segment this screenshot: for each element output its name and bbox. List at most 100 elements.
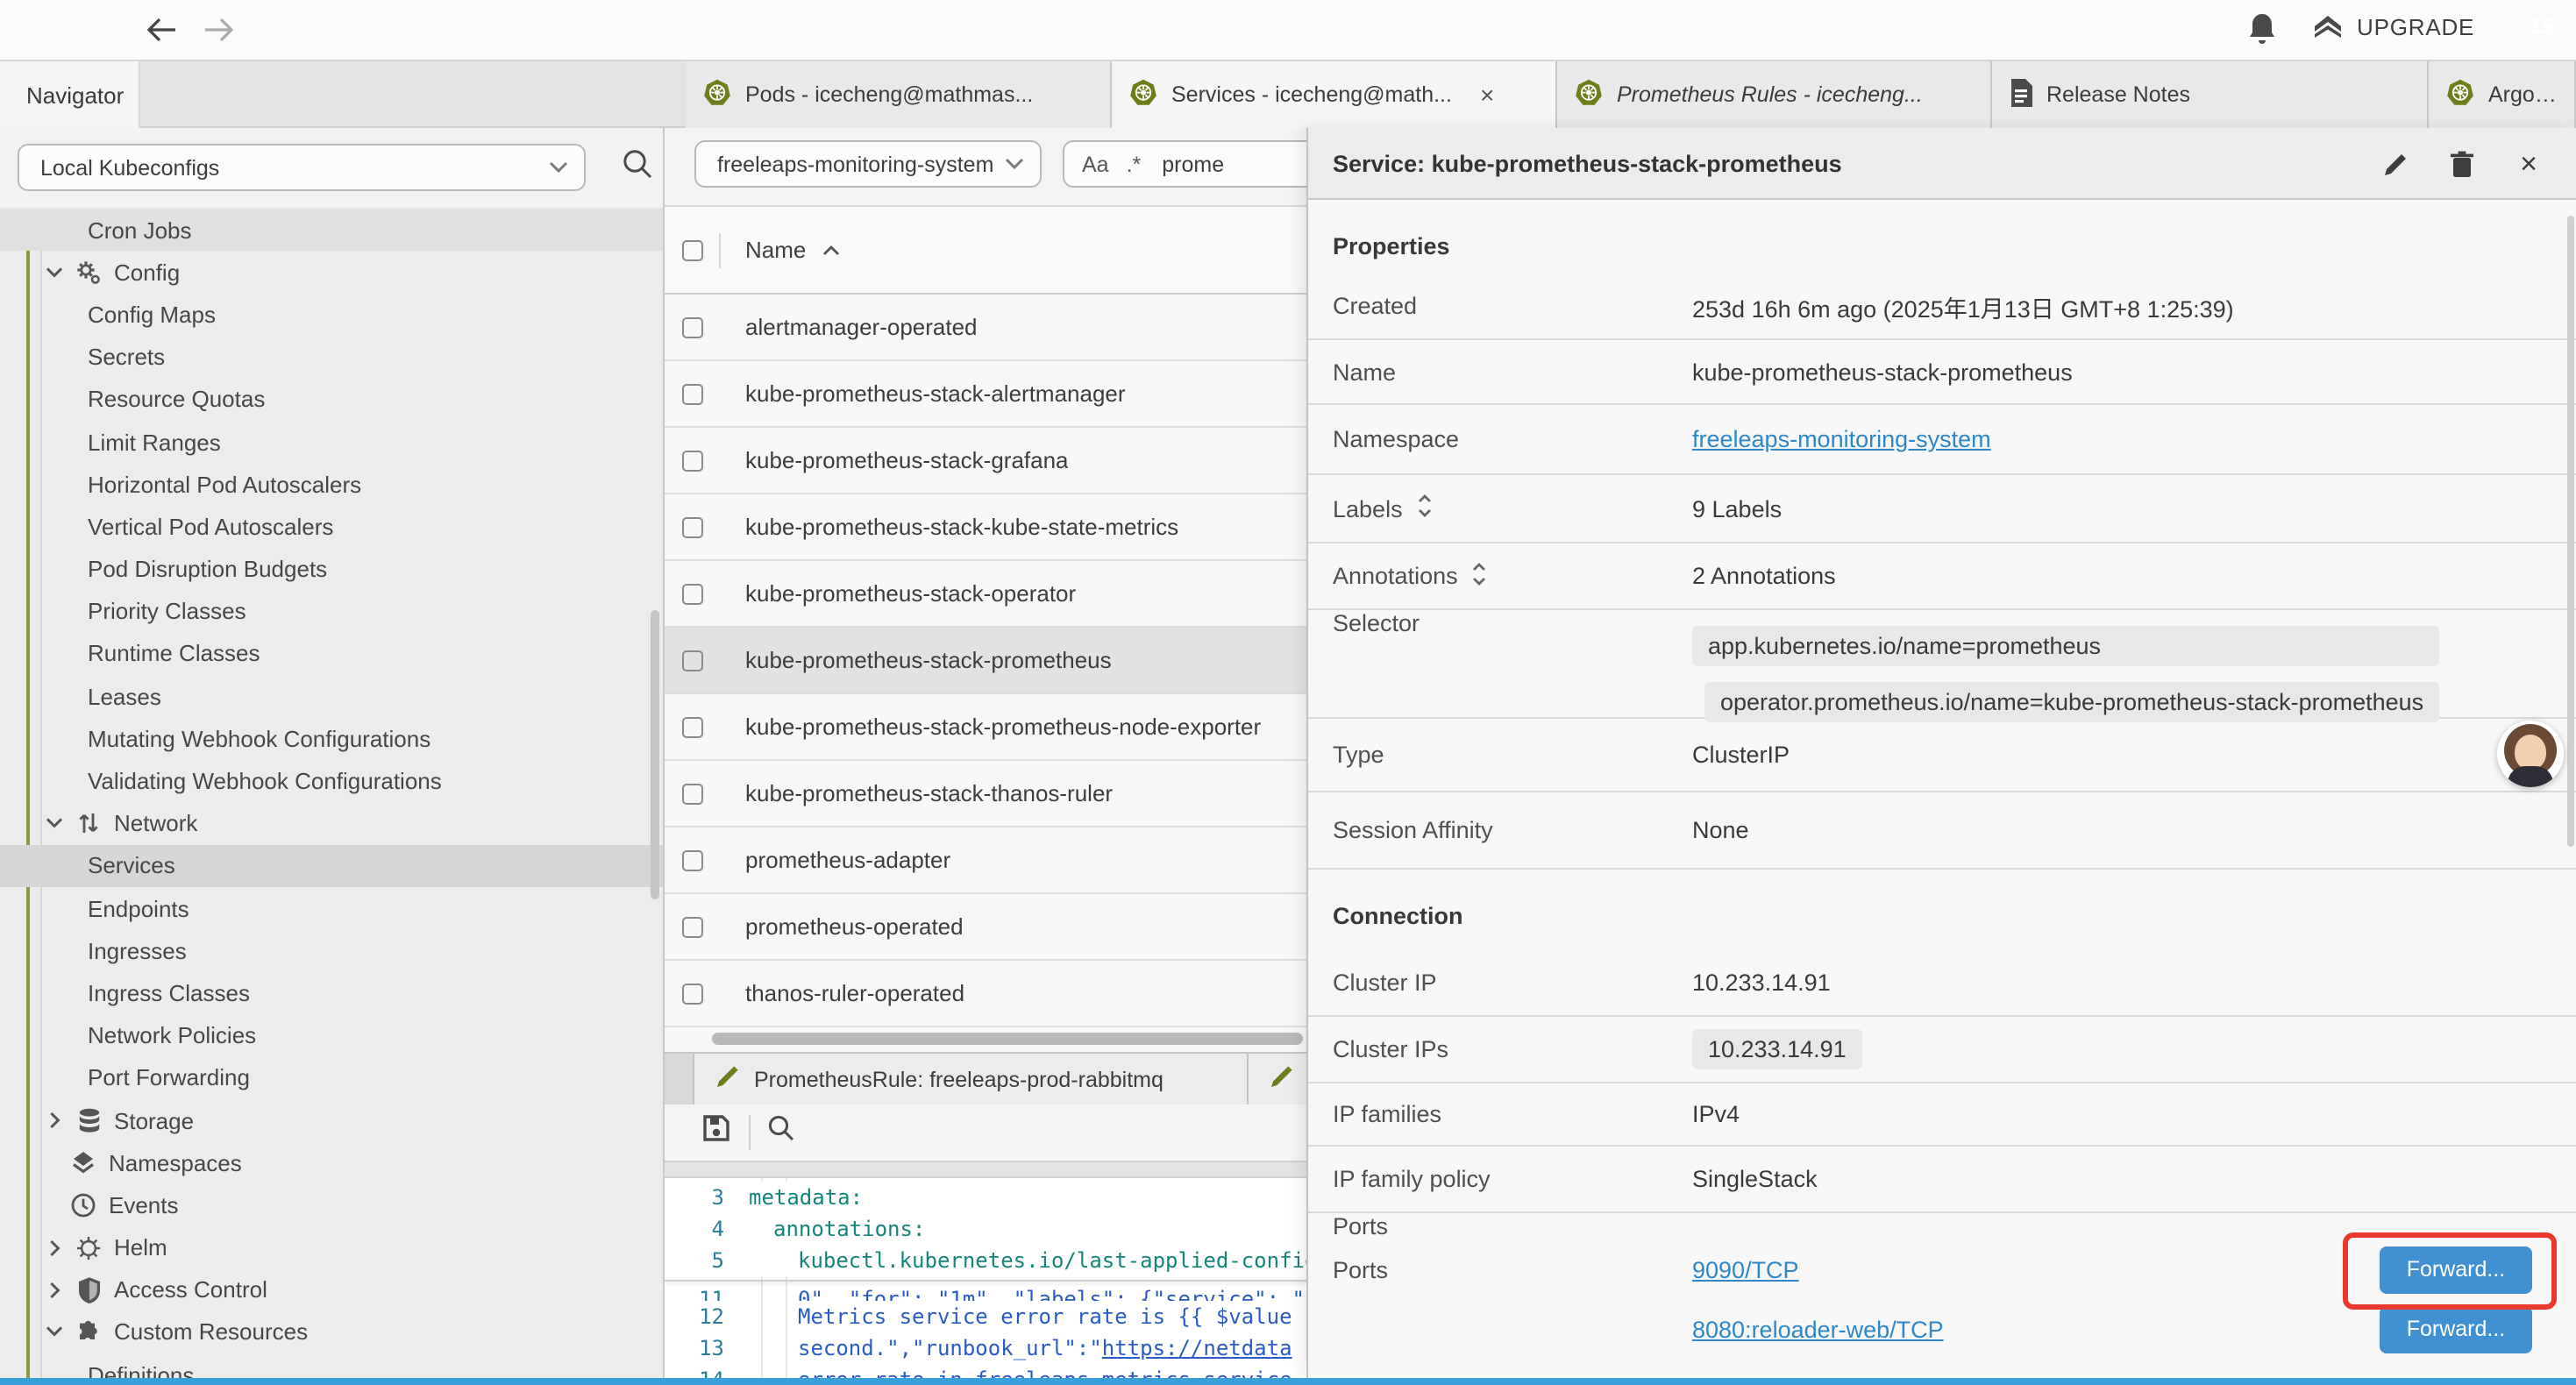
sidebar-item-helm[interactable]: Helm [0, 1226, 663, 1268]
sidebar-item-validating-webhook-configurations[interactable]: Validating Webhook Configurations [0, 760, 663, 802]
sidebar-scrollbar[interactable] [651, 610, 659, 899]
sidebar-item-network[interactable]: Network [0, 802, 663, 844]
table-row[interactable]: thanos-ruler-operated [665, 961, 1308, 1027]
cluster-tab-2[interactable]: Services - icecheng@math...× [1112, 61, 1557, 128]
table-row[interactable]: kube-prometheus-stack-kube-state-metrics [665, 494, 1308, 561]
notification-count-badge[interactable]: 15 [2522, 6, 2562, 46]
sidebar-item-runtime-classes[interactable]: Runtime Classes [0, 633, 663, 675]
namespace-select[interactable]: freeleaps-monitoring-system [694, 140, 1042, 188]
minimize-window-button[interactable] [61, 16, 82, 37]
sidebar-item-vertical-pod-autoscalers[interactable]: Vertical Pod Autoscalers [0, 506, 663, 548]
sidebar-item-priority-classes[interactable]: Priority Classes [0, 590, 663, 632]
assistant-avatar[interactable] [2497, 721, 2564, 787]
search-input[interactable]: Aa .* prome [1063, 140, 1326, 188]
close-window-button[interactable] [28, 16, 49, 37]
sidebar-item-pod-disruption-budgets[interactable]: Pod Disruption Budgets [0, 548, 663, 590]
namespace-link[interactable]: freeleaps-monitoring-system [1692, 426, 1991, 452]
sidebar-item-port-forwarding[interactable]: Port Forwarding [0, 1057, 663, 1099]
table-row[interactable]: kube-prometheus-stack-grafana [665, 428, 1308, 494]
sidebar-item-namespaces[interactable]: Namespaces [0, 1141, 663, 1183]
table-row[interactable]: kube-prometheus-stack-operator [665, 561, 1308, 628]
line-text: Metrics service error rate is {{ $value … [749, 1301, 1308, 1332]
editor-search-icon[interactable] [766, 1113, 796, 1152]
notifications-bell-icon[interactable] [2245, 11, 2280, 49]
name-column-header[interactable]: Name [745, 237, 839, 263]
sidebar-item-endpoints[interactable]: Endpoints [0, 887, 663, 929]
forward-button[interactable]: Forward... [2380, 1305, 2532, 1353]
kubernetes-icon [2446, 78, 2474, 111]
sidebar-item-secrets[interactable]: Secrets [0, 336, 663, 378]
sidebar-item-resource-quotas[interactable]: Resource Quotas [0, 379, 663, 421]
sidebar-item-mutating-webhook-configurations[interactable]: Mutating Webhook Configurations [0, 718, 663, 760]
sort-updown-icon[interactable] [1417, 494, 1433, 522]
sidebar-item-events[interactable]: Events [0, 1184, 663, 1226]
port-link[interactable]: 8080:reloader-web/TCP [1692, 1316, 1944, 1342]
editor-tab-2[interactable] [1249, 1054, 1308, 1104]
sidebar-item-config[interactable]: Config [0, 251, 663, 293]
row-checkbox[interactable] [682, 650, 703, 671]
upgrade-button[interactable]: UPGRADE [2311, 12, 2474, 40]
sidebar-item-services[interactable]: Services [0, 845, 663, 887]
sidebar-item-ingress-classes[interactable]: Ingress Classes [0, 972, 663, 1014]
sort-updown-icon[interactable] [1472, 562, 1488, 590]
row-checkbox[interactable] [682, 716, 703, 737]
table-row[interactable]: kube-prometheus-stack-prometheus-node-ex… [665, 694, 1308, 761]
sidebar-item-label: Namespaces [109, 1149, 242, 1175]
row-checkbox[interactable] [682, 383, 703, 404]
navigator-panel-tab[interactable]: Navigator [0, 61, 140, 128]
sidebar-item-config-maps[interactable]: Config Maps [0, 294, 663, 336]
row-checkbox[interactable] [682, 516, 703, 537]
sidebar-item-cron-jobs[interactable]: Cron Jobs [0, 209, 663, 251]
port-link[interactable]: 9090/TCP [1692, 1256, 1799, 1282]
match-case-toggle[interactable]: Aa [1082, 152, 1109, 176]
close-icon[interactable]: × [2513, 148, 2544, 180]
cluster-tab-5[interactable]: Argo Se [2429, 61, 2576, 128]
table-row[interactable]: prometheus-adapter [665, 827, 1308, 894]
panel-scrollbar[interactable] [2567, 216, 2574, 847]
select-all-checkbox[interactable] [682, 239, 703, 260]
row-checkbox[interactable] [682, 849, 703, 870]
save-icon[interactable] [701, 1113, 731, 1152]
sidebar-item-storage[interactable]: Storage [0, 1099, 663, 1141]
sidebar-search-icon[interactable] [621, 147, 654, 189]
row-label: IP families [1308, 1101, 1692, 1127]
table-row[interactable]: alertmanager-operated [665, 295, 1308, 361]
cluster-tab-4[interactable]: Release Notes [1992, 61, 2429, 128]
table-row[interactable]: kube-prometheus-stack-thanos-ruler [665, 761, 1308, 827]
table-row[interactable]: kube-prometheus-stack-alertmanager [665, 361, 1308, 428]
yaml-editor[interactable]: 3metadata:4annotations:5kubectl.kubernet… [665, 1178, 1308, 1378]
row-checkbox[interactable] [682, 916, 703, 937]
edit-pencil-icon[interactable] [2380, 148, 2411, 180]
delete-trash-icon[interactable] [2446, 148, 2478, 180]
tab-label: Prometheus Rules - icecheng... [1617, 82, 1923, 107]
sidebar-item-network-policies[interactable]: Network Policies [0, 1014, 663, 1056]
sidebar-item-custom-resources[interactable]: Custom Resources [0, 1311, 663, 1353]
cluster-tab-3[interactable]: Prometheus Rules - icecheng... [1557, 61, 1992, 128]
row-checkbox[interactable] [682, 316, 703, 337]
cluster-tab-1[interactable]: Pods - icecheng@mathmas... [686, 61, 1112, 128]
table-horizontal-scrollbar[interactable] [712, 1033, 1303, 1045]
sidebar-item-access-control[interactable]: Access Control [0, 1268, 663, 1310]
sidebar-item-horizontal-pod-autoscalers[interactable]: Horizontal Pod Autoscalers [0, 463, 663, 505]
table-row[interactable]: prometheus-operated [665, 894, 1308, 961]
sidebar-item-definitions[interactable]: Definitions [0, 1353, 663, 1378]
row-value: 10.233.14.91 [1692, 970, 1831, 996]
code-text: kubectl.kubernetes.io/last-applied-confi… [798, 1248, 1308, 1273]
code-link[interactable]: https://netdata [1102, 1336, 1292, 1360]
forward-button[interactable] [198, 9, 240, 51]
kubeconfig-select[interactable]: Local Kubeconfigs [18, 144, 586, 191]
sidebar-item-limit-ranges[interactable]: Limit Ranges [0, 421, 663, 463]
regex-toggle[interactable]: .* [1127, 152, 1142, 176]
tab-close-icon[interactable]: × [1480, 82, 1494, 107]
zoom-window-button[interactable] [95, 16, 116, 37]
detail-row-ip-family-policy: IP family policySingleStack [1308, 1147, 2576, 1213]
row-checkbox[interactable] [682, 450, 703, 471]
row-checkbox[interactable] [682, 783, 703, 804]
back-button[interactable] [140, 9, 182, 51]
sidebar-item-leases[interactable]: Leases [0, 675, 663, 717]
table-row[interactable]: kube-prometheus-stack-prometheus [665, 628, 1308, 694]
editor-tab-1[interactable]: PrometheusRule: freeleaps-prod-rabbitmq [693, 1054, 1249, 1104]
row-checkbox[interactable] [682, 983, 703, 1004]
sidebar-item-ingresses[interactable]: Ingresses [0, 929, 663, 971]
row-checkbox[interactable] [682, 583, 703, 604]
